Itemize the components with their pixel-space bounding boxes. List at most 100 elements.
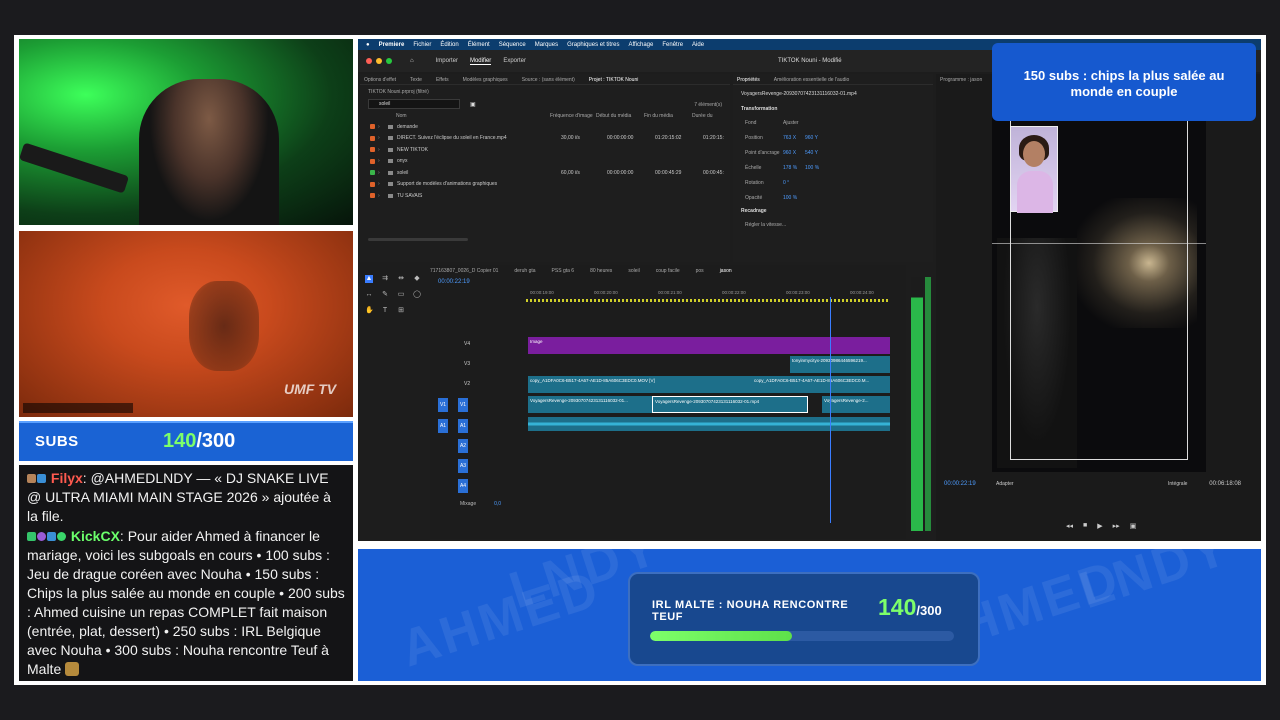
type-icon[interactable]: T <box>381 307 389 315</box>
facecam-overlay[interactable] <box>1010 126 1058 213</box>
menu-view[interactable]: Affichage <box>628 42 653 48</box>
tab-seq[interactable]: coup facile <box>656 268 680 275</box>
grid-icon[interactable]: ⊞ <box>397 307 405 315</box>
file-row[interactable]: › Support de modèles d'animations graphiq… <box>360 179 730 191</box>
tab-source[interactable]: Source : (sans élément) <box>522 77 575 83</box>
menu-clip[interactable]: Élément <box>468 42 490 48</box>
track-select-icon[interactable]: ⇉ <box>381 275 389 283</box>
source-patch-a1[interactable]: A1 <box>438 419 448 433</box>
file-row[interactable]: › TU SAVAIS <box>360 190 730 202</box>
tab-import[interactable]: Importer <box>436 58 458 65</box>
chat-username[interactable]: KickCX <box>71 528 120 544</box>
apple-icon[interactable]: ● <box>366 42 370 48</box>
expand-icon[interactable]: › <box>378 147 388 153</box>
audio-clip-a1[interactable] <box>528 417 890 431</box>
column-duration[interactable]: Durée du <box>692 113 713 119</box>
chat-username[interactable]: Filyx <box>51 470 83 486</box>
file-row[interactable]: › NEW TIKTOK <box>360 144 730 156</box>
slip-icon[interactable]: ↔ <box>365 291 373 299</box>
tab-project[interactable]: Projet : TIKTOK Nouni <box>589 77 639 83</box>
clip-v1-selected[interactable]: VoyagersRevenge-20930707423131116032-01.… <box>652 396 808 413</box>
expand-icon[interactable]: › <box>378 181 388 187</box>
razor-icon[interactable]: ◆ <box>413 275 421 283</box>
tab-seq[interactable]: deruh gta <box>514 268 535 275</box>
search-input[interactable]: soleil <box>368 99 460 109</box>
close-button[interactable] <box>366 58 372 64</box>
file-row[interactable]: › onyx <box>360 156 730 168</box>
property-value[interactable]: 178 % <box>783 165 805 171</box>
tab-seq[interactable]: soleil <box>628 268 639 275</box>
work-area-bar[interactable] <box>526 299 890 302</box>
fill-option[interactable]: Fond <box>745 120 783 126</box>
speed-button[interactable]: Régler la vitesse... <box>745 222 786 228</box>
minimize-button[interactable] <box>376 58 382 64</box>
menu-edit[interactable]: Édition <box>440 42 458 48</box>
step-back-icon[interactable]: ◂◂ <box>1066 522 1073 530</box>
stop-icon[interactable]: ■ <box>1083 522 1087 530</box>
source-patch-v1[interactable]: V1 <box>438 398 448 412</box>
property-value[interactable]: 960 X <box>783 150 805 156</box>
hand-icon[interactable]: ✋ <box>365 307 374 315</box>
property-value[interactable]: 763 X <box>783 135 805 141</box>
file-row[interactable]: › demande <box>360 121 730 133</box>
pen-icon[interactable]: ✎ <box>381 291 389 299</box>
menu-premiere[interactable]: Premiere <box>379 42 405 48</box>
menu-window[interactable]: Fenêtre <box>662 42 683 48</box>
mix-value[interactable]: 0,0 <box>494 501 501 507</box>
tab-seq[interactable]: PSS gta 6 <box>552 268 575 275</box>
menu-markers[interactable]: Marques <box>535 42 558 48</box>
column-end[interactable]: Fin du média <box>644 113 692 119</box>
tab-text[interactable]: Texte <box>410 77 422 83</box>
tab-effect-controls[interactable]: Options d'effet <box>364 77 396 83</box>
folder-icon[interactable]: ▣ <box>470 101 476 108</box>
expand-icon[interactable]: › <box>378 170 388 176</box>
playhead[interactable] <box>830 297 831 523</box>
tab-edit[interactable]: Modifier <box>469 58 492 65</box>
selection-tool-icon[interactable]: ▲ <box>365 275 373 283</box>
zoom-icon[interactable]: ◯ <box>413 291 421 299</box>
property-value[interactable]: 960 Y <box>805 135 827 141</box>
menu-sequence[interactable]: Séquence <box>499 42 526 48</box>
tab-properties[interactable]: Propriétés <box>737 77 760 83</box>
menu-graphics[interactable]: Graphiques et titres <box>567 42 619 48</box>
file-row[interactable]: › soleil 60,00 i/s 00:00:00:00 00:00:45:29 00… <box>360 167 730 179</box>
tab-effects[interactable]: Effets <box>436 77 449 83</box>
property-value[interactable]: 100 % <box>805 165 827 171</box>
menu-help[interactable]: Aide <box>692 42 704 48</box>
transform-section[interactable]: Transformation <box>733 103 933 115</box>
play-icon[interactable]: ▶ <box>1097 522 1102 530</box>
column-name[interactable]: Nom <box>360 113 550 119</box>
tab-seq[interactable]: pos <box>696 268 704 275</box>
column-rate[interactable]: Fréquence d'image <box>550 113 596 119</box>
property-value[interactable]: 540 Y <box>805 150 827 156</box>
step-forward-icon[interactable]: ▸▸ <box>1113 522 1120 530</box>
expand-icon[interactable]: › <box>378 124 388 130</box>
tab-seq-active[interactable]: jason <box>720 268 732 275</box>
menu-file[interactable]: Fichier <box>413 42 431 48</box>
property-value[interactable]: 0 ° <box>783 180 805 186</box>
rect-icon[interactable]: ▭ <box>397 291 405 299</box>
tab-seq[interactable]: 80 heures <box>590 268 612 275</box>
tab-export[interactable]: Exporter <box>503 58 526 65</box>
expand-icon[interactable]: › <box>378 158 388 164</box>
maximize-button[interactable] <box>386 58 392 64</box>
home-icon[interactable]: ⌂ <box>410 58 414 64</box>
clip-v1-c[interactable]: VoyagersRevenge-2... <box>822 396 890 413</box>
crop-section[interactable]: Recadrage <box>733 205 933 217</box>
tab-graphics-templates[interactable]: Modèles graphiques <box>463 77 508 83</box>
quality-select[interactable]: Intégrale <box>1168 481 1187 487</box>
clip-v3[interactable]: tonyinmycityx-20930986446596219... <box>790 356 890 373</box>
tab-essential-audio[interactable]: Amélioration essentielle de l'audio <box>774 77 849 83</box>
expand-icon[interactable]: › <box>378 193 388 199</box>
export-frame-icon[interactable]: ▣ <box>1130 522 1137 530</box>
clip-v1-a[interactable]: VoyagersRevenge-20930707423131116032-01.… <box>528 396 652 413</box>
clip-v2-a[interactable]: copy_A1DFA0C6-B517-4A67-AE1D-85A606C3EDC… <box>528 376 752 393</box>
clip-v2-b[interactable]: copy_A1DFA0C6-B517-4A67-AE1D-85A606C3EDC… <box>752 376 890 393</box>
column-start[interactable]: Début du média <box>596 113 644 119</box>
ripple-icon[interactable]: ⇹ <box>397 275 405 283</box>
fit-option[interactable]: Ajuster <box>783 120 799 126</box>
scrollbar[interactable] <box>368 238 468 241</box>
expand-icon[interactable]: › <box>378 135 388 141</box>
tab-seq[interactable]: 717163807_0026_D Copier 01 <box>430 268 498 275</box>
zoom-select[interactable]: Adapter <box>996 481 1014 487</box>
